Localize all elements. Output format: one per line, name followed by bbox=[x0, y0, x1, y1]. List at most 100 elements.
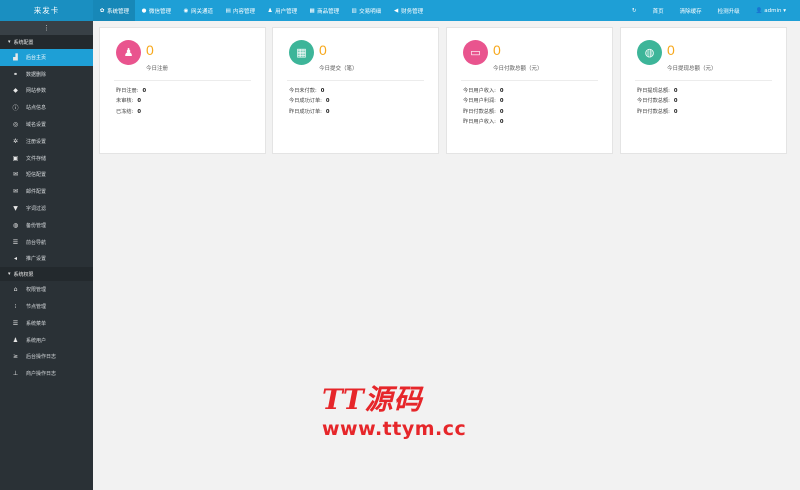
stat-key: 今日用户利润: bbox=[463, 98, 496, 105]
stat-num: 0 bbox=[673, 88, 678, 94]
clear-cache-link[interactable]: 清除缓存 bbox=[672, 7, 710, 15]
stat-key: 昨日提现总额: bbox=[637, 88, 670, 94]
stat-row: 今日成功订单: 0 bbox=[289, 97, 330, 107]
stat-num: 0 bbox=[325, 108, 330, 115]
sidebar-item-data-delete[interactable]: ⚭ 数据删除 bbox=[0, 66, 93, 83]
stat-key: 昨日付款总额: bbox=[637, 108, 670, 115]
stat-list: 今日未付款: 0 今日成功订单: 0 昨日成功订单: 0 bbox=[289, 87, 330, 118]
sidebar-item-promotion[interactable]: ◂ 推广设置 bbox=[0, 251, 93, 268]
sidebar-group-system-permission[interactable]: ▾ 系统权限 bbox=[0, 267, 93, 282]
topnav-content[interactable]: ▤ 内容管理 bbox=[219, 0, 261, 21]
divider bbox=[114, 80, 251, 81]
envelope-icon: ✉ bbox=[12, 188, 19, 196]
stat-row: 今日用户利润: 0 bbox=[463, 97, 504, 107]
sidebar: ⋮ ▾ 系统配置 ▟ 后台主页 ⚭ 数据删除 ◆ 网站参数 ⓘ 站点信息 ◎ 域名设置 ✲ 注… bbox=[0, 21, 93, 490]
gateway-icon: ◉ bbox=[183, 7, 189, 14]
megaphone-icon: ◀ bbox=[393, 7, 399, 14]
stat-key: 未审核: bbox=[116, 98, 134, 105]
sidebar-item-storage[interactable]: ▣ 文件存储 bbox=[0, 150, 93, 167]
sidebar-item-domain[interactable]: ◎ 域名设置 bbox=[0, 116, 93, 133]
stat-label: 今日付款总额（元） bbox=[493, 66, 543, 72]
sidebar-item-backup[interactable]: ◍ 备份管理 bbox=[0, 217, 93, 234]
pin-icon: ⊥ bbox=[12, 370, 19, 378]
sidebar-item-register[interactable]: ✲ 注册设置 bbox=[0, 133, 93, 150]
stat-row: 今日未付款: 0 bbox=[289, 87, 330, 97]
sidebar-item-label: 推广设置 bbox=[26, 256, 47, 263]
stat-key: 昨日付款总额: bbox=[463, 108, 496, 115]
apple-icon: ◆ bbox=[13, 87, 18, 95]
sidebar-group-title: 系统配置 bbox=[13, 39, 34, 46]
stat-label: 今日提交（笔） bbox=[319, 66, 358, 72]
topnav-label: 内容管理 bbox=[233, 8, 256, 15]
sidebar-item-front-nav[interactable]: ☰ 前台导航 bbox=[0, 234, 93, 251]
sidebar-item-label: 短信配置 bbox=[26, 172, 47, 179]
topnav-gateway[interactable]: ◉ 网关通道 bbox=[177, 0, 219, 21]
sidebar-item-label: 网站参数 bbox=[26, 88, 47, 95]
stat-card-registrations: ♟ 0 今日注册 昨日注册: 0 未审核: 0 已冻结: 0 bbox=[99, 27, 266, 154]
caret-down-icon: ▾ bbox=[8, 271, 11, 278]
stat-row: 昨日成功订单: 0 bbox=[289, 108, 330, 118]
topnav-label: 商品管理 bbox=[317, 8, 340, 15]
stat-num: 0 bbox=[325, 98, 330, 105]
top-bar: 来发卡 ✿ 系统管理 ● 微信管理 ◉ 网关通道 ▤ 内容管理 ♟ 用户管理 ▦ 商品管理 … bbox=[0, 0, 800, 21]
sidebar-item-admin-log[interactable]: ≥ 后台操作日志 bbox=[0, 349, 93, 366]
calendar-icon: ▦ bbox=[289, 40, 314, 65]
stat-value: 0 bbox=[146, 42, 154, 58]
stat-value: 0 bbox=[493, 42, 501, 58]
sidebar-item-permissions[interactable]: ⌂ 权限管理 bbox=[0, 281, 93, 298]
brand-logo[interactable]: 来发卡 bbox=[0, 0, 93, 21]
sidebar-item-label: 站点信息 bbox=[26, 105, 47, 112]
home-link[interactable]: 首页 bbox=[645, 7, 672, 15]
divider bbox=[635, 80, 772, 81]
topnav-finance[interactable]: ◀ 财务管理 bbox=[387, 0, 429, 21]
users-icon: ♟ bbox=[267, 7, 273, 14]
stat-num: 0 bbox=[142, 88, 147, 94]
sidebar-item-label: 注册设置 bbox=[26, 138, 47, 145]
sidebar-toggle-icon[interactable]: ⋮ bbox=[0, 21, 93, 35]
area-chart-icon: ▟ bbox=[13, 53, 18, 61]
sidebar-item-menus[interactable]: ☰ 系统菜单 bbox=[0, 315, 93, 332]
sidebar-item-site-info[interactable]: ⓘ 站点信息 bbox=[0, 99, 93, 116]
topnav-wechat[interactable]: ● 微信管理 bbox=[135, 0, 177, 21]
topnav-users[interactable]: ♟ 用户管理 bbox=[261, 0, 303, 21]
admin-menu[interactable]: 👤 admin ▾ bbox=[748, 8, 794, 14]
stat-key: 今日用户收入: bbox=[463, 88, 496, 94]
credit-card-icon: ▭ bbox=[463, 40, 488, 65]
users-icon: ♟ bbox=[116, 40, 141, 65]
upgrade-link[interactable]: 检测升级 bbox=[710, 7, 748, 15]
stat-value: 0 bbox=[319, 42, 327, 58]
sidebar-group-system-config[interactable]: ▾ 系统配置 bbox=[0, 35, 93, 49]
sidebar-item-label: 后台主页 bbox=[26, 54, 47, 61]
sidebar-item-dashboard[interactable]: ▟ 后台主页 bbox=[0, 49, 93, 66]
stat-list: 昨日提现总额: 0 今日付款总额: 0 昨日付款总额: 0 bbox=[637, 87, 678, 118]
stat-num: 0 bbox=[673, 98, 678, 105]
sidebar-item-label: 权限管理 bbox=[26, 287, 47, 294]
stat-num: 0 bbox=[673, 108, 678, 115]
sidebar-item-site-params[interactable]: ◆ 网站参数 bbox=[0, 83, 93, 100]
sidebar-item-label: 字词过滤 bbox=[26, 206, 47, 213]
sidebar-item-email[interactable]: ✉ 邮件配置 bbox=[0, 183, 93, 200]
stat-num: 0 bbox=[499, 88, 504, 94]
chart-icon: ▥ bbox=[351, 7, 357, 14]
sidebar-item-word-filter[interactable]: ▼ 字词过滤 bbox=[0, 200, 93, 217]
bank-icon: ⌂ bbox=[13, 286, 18, 294]
stat-key: 昨日注册: bbox=[116, 88, 139, 94]
stat-num: 0 bbox=[499, 98, 504, 105]
topnav-goods[interactable]: ▦ 商品管理 bbox=[303, 0, 345, 21]
watermark: TT源码 www.ttym.cc bbox=[322, 378, 466, 440]
sidebar-item-label: 备份管理 bbox=[26, 222, 47, 229]
sidebar-item-system-users[interactable]: ♟ 系统用户 bbox=[0, 332, 93, 349]
sidebar-item-label: 节点管理 bbox=[26, 304, 47, 311]
stat-key: 昨日成功订单: bbox=[289, 108, 322, 115]
topnav-transactions[interactable]: ▥ 交易明细 bbox=[345, 0, 387, 21]
sidebar-item-merchant-log[interactable]: ⊥ 商户操作日志 bbox=[0, 365, 93, 382]
mail-icon: ✉ bbox=[12, 171, 19, 179]
stat-num: 0 bbox=[137, 98, 141, 105]
refresh-icon[interactable]: ↻ bbox=[624, 8, 645, 14]
sidebar-item-nodes[interactable]: ⁝ 节点管理 bbox=[0, 298, 93, 315]
menu-icon: ☰ bbox=[12, 319, 19, 327]
sidebar-item-sms[interactable]: ✉ 短信配置 bbox=[0, 167, 93, 184]
stat-key: 今日成功订单: bbox=[289, 98, 322, 105]
topnav-system[interactable]: ✿ 系统管理 bbox=[93, 0, 136, 21]
stat-row: 未审核: 0 bbox=[116, 97, 146, 107]
